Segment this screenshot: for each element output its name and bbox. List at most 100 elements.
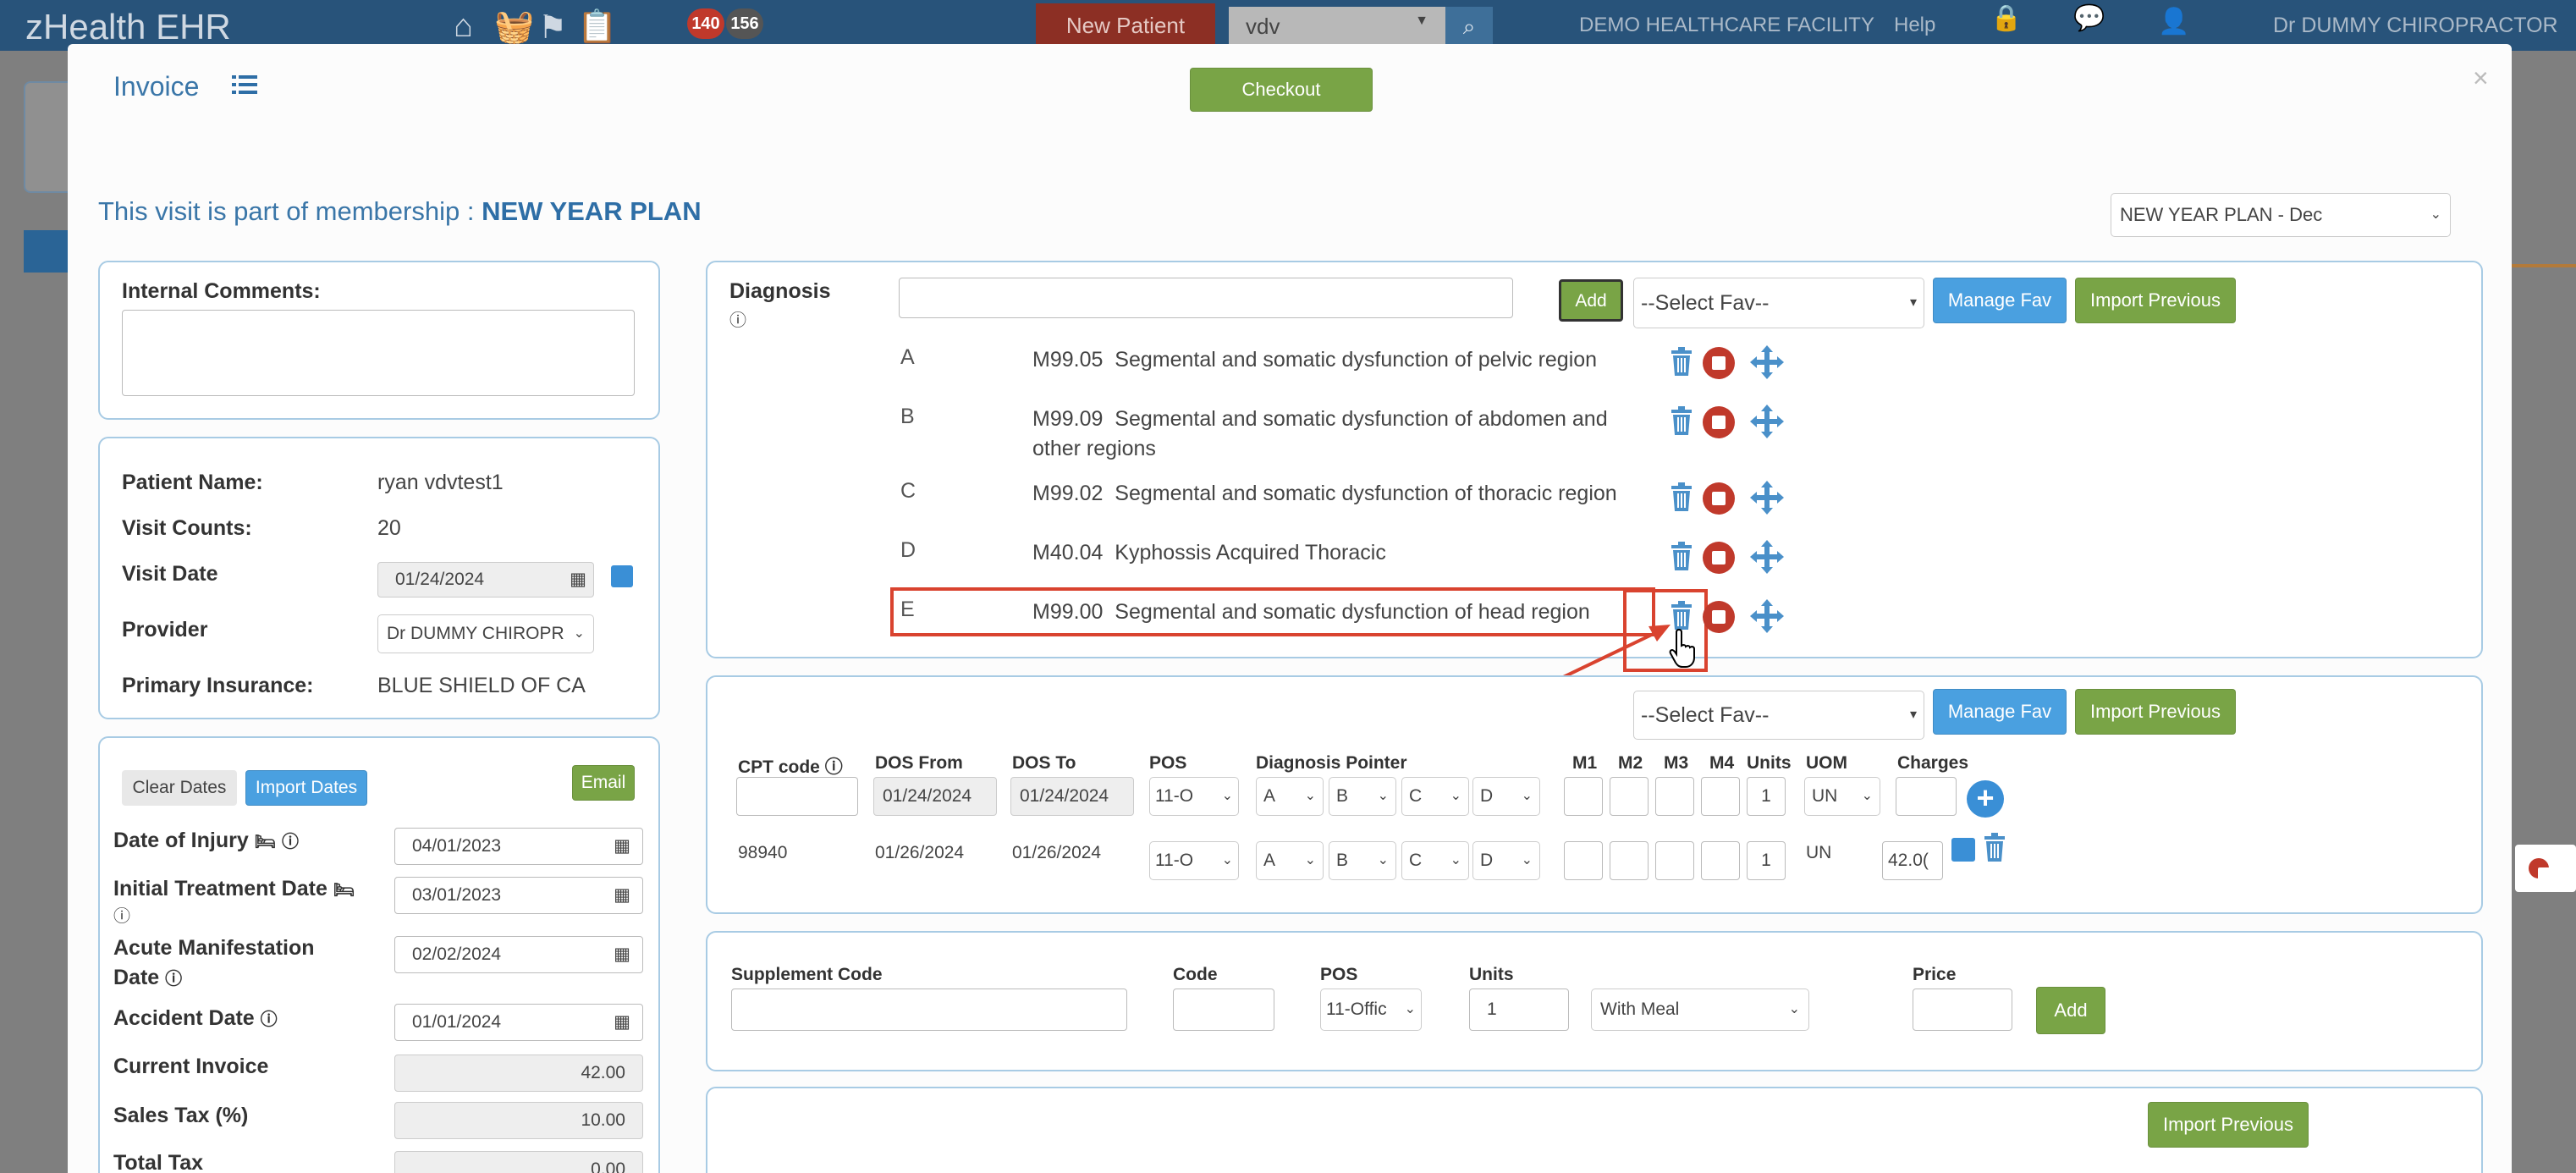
cpt-row-pointer-4[interactable]: D ⌄ bbox=[1472, 841, 1540, 880]
trash-icon[interactable] bbox=[1984, 833, 2006, 862]
add-circle-icon[interactable]: + bbox=[1967, 780, 2004, 818]
lock-icon[interactable]: 🔒 bbox=[1990, 3, 2022, 33]
clipboard-icon[interactable]: 📋 bbox=[577, 8, 617, 46]
calendar-icon[interactable]: ▦ bbox=[614, 1005, 630, 1040]
comments-textarea[interactable] bbox=[122, 310, 635, 396]
units-input[interactable]: 1 bbox=[1747, 777, 1786, 816]
help-link[interactable]: Help bbox=[1894, 14, 1935, 37]
move-icon[interactable] bbox=[1750, 345, 1784, 379]
import-previous-button[interactable]: Import Previous bbox=[2075, 278, 2236, 323]
import-dates-button[interactable]: Import Dates bbox=[245, 770, 367, 806]
accident-date-input[interactable]: 01/01/2024 ▦ bbox=[394, 1004, 643, 1041]
trash-icon[interactable] bbox=[1671, 347, 1693, 376]
dos-to-input[interactable]: 01/24/2024 bbox=[1010, 777, 1134, 816]
clear-dates-button[interactable]: Clear Dates bbox=[122, 770, 237, 806]
cpt-row-m2[interactable] bbox=[1610, 841, 1649, 880]
pointer-select-1[interactable]: A ⌄ bbox=[1256, 777, 1324, 816]
move-icon[interactable] bbox=[1750, 540, 1784, 574]
stop-icon[interactable] bbox=[1703, 406, 1735, 438]
meal-select[interactable]: With Meal ⌄ bbox=[1591, 989, 1809, 1031]
provider-select[interactable]: Dr DUMMY CHIROPR ⌄ bbox=[377, 614, 594, 653]
checkout-button[interactable]: Checkout bbox=[1190, 68, 1373, 112]
stop-icon[interactable] bbox=[1703, 347, 1735, 379]
injury-date-input[interactable]: 04/01/2023 ▦ bbox=[394, 828, 643, 865]
trash-icon[interactable] bbox=[1671, 482, 1693, 511]
trash-icon[interactable] bbox=[1671, 406, 1693, 435]
app-brand[interactable]: zHealth EHR bbox=[25, 7, 231, 47]
cpt-row-pointer-3[interactable]: C ⌄ bbox=[1401, 841, 1469, 880]
stop-icon[interactable] bbox=[1703, 601, 1735, 633]
cpt-row-pointer-1[interactable]: A ⌄ bbox=[1256, 841, 1324, 880]
cpt-row-pos-select[interactable]: 11-O ⌄ bbox=[1149, 841, 1239, 880]
uom-select[interactable]: UN ⌄ bbox=[1804, 777, 1880, 816]
diagnosis-fav-select[interactable]: --Select Fav-- ▾ bbox=[1633, 278, 1924, 328]
notification-badge-red[interactable]: 140 bbox=[687, 8, 724, 39]
supplement-code2-input[interactable] bbox=[1173, 989, 1274, 1031]
trash-icon[interactable] bbox=[1671, 542, 1693, 570]
notification-badge-dark[interactable]: 156 bbox=[726, 8, 763, 39]
supplement-price-input[interactable] bbox=[1913, 989, 2012, 1031]
acute-label-2-text: Date bbox=[113, 966, 160, 989]
m2-input[interactable] bbox=[1610, 777, 1649, 816]
pointer-select-2[interactable]: B ⌄ bbox=[1329, 777, 1396, 816]
cpt-code-input[interactable] bbox=[736, 777, 858, 816]
cpt-row-m3[interactable] bbox=[1655, 841, 1694, 880]
pointer-select-4[interactable]: D ⌄ bbox=[1472, 777, 1540, 816]
flag-icon[interactable]: ⚑ bbox=[538, 8, 567, 47]
add-diagnosis-button[interactable]: Add bbox=[1559, 279, 1623, 322]
add-user-icon[interactable]: 👤 bbox=[2158, 7, 2189, 36]
calendar-icon[interactable]: ▦ bbox=[614, 829, 630, 864]
home-icon[interactable]: ⌂ bbox=[454, 8, 473, 45]
move-icon[interactable] bbox=[1750, 405, 1784, 438]
cpt-fav-select[interactable]: --Select Fav-- ▾ bbox=[1633, 691, 1924, 740]
diagnosis-search-input[interactable] bbox=[899, 278, 1513, 318]
stop-icon[interactable] bbox=[1703, 542, 1735, 574]
search-icon[interactable]: ⌕ bbox=[1445, 7, 1493, 46]
cpt-row-m4[interactable] bbox=[1701, 841, 1740, 880]
cpt-manage-fav-button[interactable]: Manage Fav bbox=[1933, 689, 2067, 735]
supplement-add-button[interactable]: Add bbox=[2036, 987, 2105, 1034]
acute-date-input[interactable]: 02/02/2024 ▦ bbox=[394, 936, 643, 973]
m1-input[interactable] bbox=[1564, 777, 1603, 816]
calendar-icon[interactable]: ▦ bbox=[614, 937, 630, 972]
pos-select[interactable]: 11-O ⌄ bbox=[1149, 777, 1239, 816]
save-icon[interactable] bbox=[611, 565, 633, 587]
move-icon[interactable] bbox=[1750, 599, 1784, 633]
cpt-row-pointer-2[interactable]: B ⌄ bbox=[1329, 841, 1396, 880]
calendar-icon[interactable]: ▦ bbox=[614, 878, 630, 913]
info-icon: ⓘ bbox=[824, 757, 843, 777]
patient-search-select[interactable]: vdv ▼ bbox=[1229, 7, 1445, 46]
membership-plan-select[interactable]: NEW YEAR PLAN - Dec ⌄ bbox=[2111, 193, 2451, 237]
close-icon[interactable]: × bbox=[2473, 63, 2489, 94]
m4-input[interactable] bbox=[1701, 777, 1740, 816]
dos-from-input[interactable]: 01/24/2024 bbox=[873, 777, 997, 816]
email-button[interactable]: Email bbox=[572, 765, 635, 801]
info-icon: ⓘ bbox=[729, 311, 746, 330]
chat-icon[interactable]: 💬 bbox=[2073, 3, 2105, 33]
charges-input[interactable] bbox=[1896, 777, 1957, 816]
m3-input[interactable] bbox=[1655, 777, 1694, 816]
cpt-row-charges[interactable]: 42.0( bbox=[1882, 841, 1943, 880]
facility-link[interactable]: DEMO HEALTHCARE FACILITY bbox=[1579, 14, 1874, 37]
initial-treatment-input[interactable]: 03/01/2023 ▦ bbox=[394, 877, 643, 914]
stop-icon[interactable] bbox=[1703, 482, 1735, 515]
move-icon[interactable] bbox=[1750, 481, 1784, 515]
pointer-select-3[interactable]: C ⌄ bbox=[1401, 777, 1469, 816]
manage-fav-button[interactable]: Manage Fav bbox=[1933, 278, 2067, 323]
basket-icon[interactable]: 🧺 bbox=[494, 8, 534, 46]
new-patient-button[interactable]: New Patient bbox=[1036, 3, 1215, 47]
save-icon[interactable] bbox=[1951, 838, 1975, 862]
misc-import-previous-button[interactable]: Import Previous bbox=[2148, 1102, 2309, 1148]
supplement-pos-select[interactable]: 11-Offic ⌄ bbox=[1320, 989, 1422, 1031]
list-icon[interactable] bbox=[232, 73, 257, 96]
cpt-row-m1[interactable] bbox=[1564, 841, 1603, 880]
supplement-units-input[interactable]: 1 bbox=[1469, 989, 1569, 1031]
user-menu[interactable]: Dr DUMMY CHIROPRACTOR bbox=[2273, 14, 2558, 38]
cpt-row-units[interactable]: 1 bbox=[1747, 841, 1786, 880]
sales-tax-input[interactable]: 10.00 bbox=[394, 1102, 643, 1139]
cpt-import-previous-button[interactable]: Import Previous bbox=[2075, 689, 2236, 735]
uom-header: UOM bbox=[1806, 753, 1847, 773]
visit-date-input[interactable]: 01/24/2024 ▦ bbox=[377, 562, 594, 598]
calendar-icon[interactable]: ▦ bbox=[570, 563, 586, 597]
supplement-code-input[interactable] bbox=[731, 989, 1127, 1031]
